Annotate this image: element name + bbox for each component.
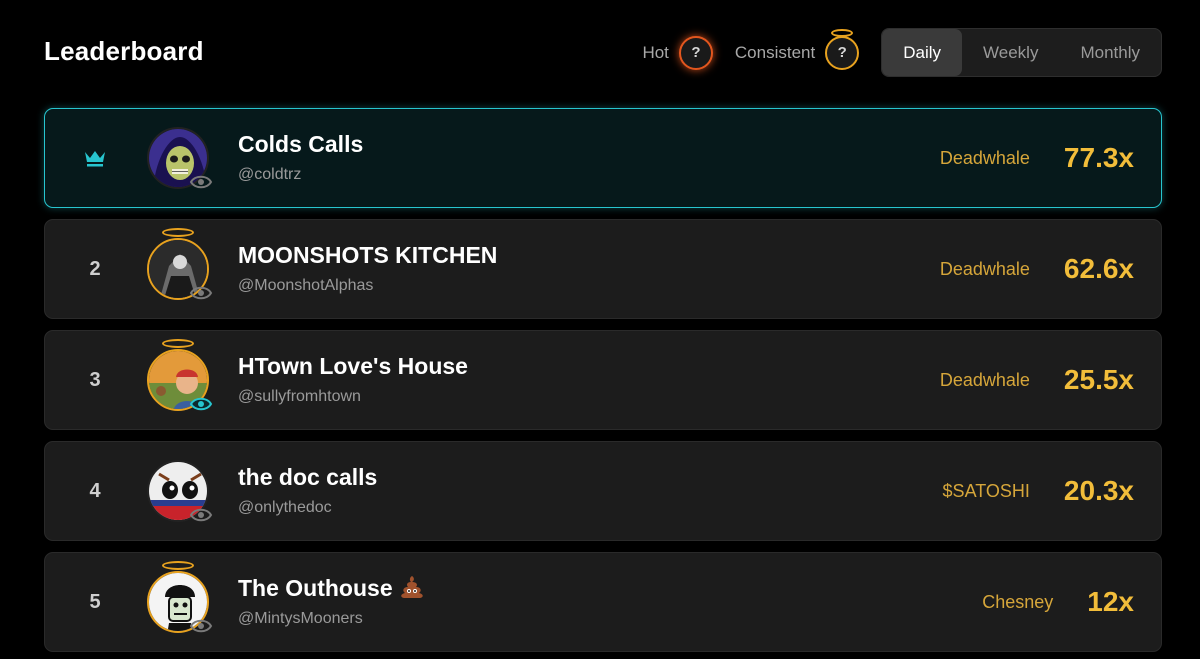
filter-bar: Hot ? Consistent ? Daily Weekly Monthly [642,28,1162,77]
rank [45,109,145,207]
leaderboard-row[interactable]: 5 The Outhouse @MintysMooners Chesney 12… [44,552,1162,652]
row-stats: Chesney 12x [982,553,1134,651]
group-handle[interactable]: @MintysMooners [238,610,425,628]
tab-monthly[interactable]: Monthly [1059,29,1161,76]
eye-icon[interactable] [189,617,213,635]
group-handle[interactable]: @MoonshotAlphas [238,277,497,295]
row-stats: Deadwhale 62.6x [940,220,1134,318]
eye-icon[interactable] [189,395,213,413]
rank: 5 [89,590,101,613]
rank: 3 [89,368,101,391]
avatar-wrap[interactable] [147,339,213,411]
hot-filter[interactable]: Hot ? [642,35,713,70]
eye-icon[interactable] [189,284,213,302]
hot-label: Hot [642,42,669,62]
tab-weekly[interactable]: Weekly [962,29,1059,76]
group-name-text: The Outhouse [238,575,393,601]
row-stats: Deadwhale 25.5x [940,331,1134,429]
leaderboard-row[interactable]: 2 MOONSHOTS KITCHEN @MoonshotAlphas Dead… [44,219,1162,319]
group-name[interactable]: MOONSHOTS KITCHEN [238,242,497,269]
group-name[interactable]: the doc calls [238,464,377,491]
eye-icon[interactable] [189,506,213,524]
help-glyph: ? [837,44,847,61]
token-name[interactable]: Deadwhale [940,370,1030,391]
row-names: the doc calls @onlythedoc [238,464,377,517]
token-name[interactable]: Deadwhale [940,259,1030,280]
consistent-label: Consistent [734,42,816,62]
row-names: Colds Calls @coldtrz [238,131,363,184]
avatar-wrap[interactable] [147,228,213,300]
halo-icon [162,228,194,237]
group-handle[interactable]: @sullyfromhtown [238,388,468,406]
row-names: The Outhouse @MintysMooners [238,575,425,628]
group-name[interactable]: Colds Calls [238,131,363,158]
token-name[interactable]: Deadwhale [940,148,1030,169]
group-handle[interactable]: @coldtrz [238,166,363,184]
leaderboard-row[interactable]: 3 HTown Love's House @sullyfromhtown Dea… [44,330,1162,430]
crown-icon [85,151,105,167]
row-names: HTown Love's House @sullyfromhtown [238,353,468,406]
avatar-wrap[interactable] [147,127,213,189]
halo-icon [162,561,194,570]
group-name[interactable]: HTown Love's House [238,353,468,380]
multiplier: 12x [1087,586,1134,617]
group-name[interactable]: The Outhouse [238,575,425,602]
multiplier: 62.6x [1063,253,1134,284]
leaderboard-row[interactable]: Colds Calls @coldtrz Deadwhale 77.3x [44,108,1162,208]
multiplier: 20.3x [1063,475,1134,506]
avatar-wrap[interactable] [147,561,213,633]
token-name[interactable]: $SATOSHI [943,481,1030,502]
avatar-wrap[interactable] [147,460,213,522]
leaderboard-page: Leaderboard Hot ? Consistent ? Daily Wee… [0,0,1200,659]
leaderboard-list: Colds Calls @coldtrz Deadwhale 77.3x 2 M… [44,108,1162,659]
page-title: Leaderboard [44,36,204,66]
multiplier: 25.5x [1063,364,1134,395]
row-names: MOONSHOTS KITCHEN @MoonshotAlphas [238,242,497,295]
halo-icon [162,339,194,348]
row-stats: Deadwhale 77.3x [940,109,1134,207]
halo-icon [831,28,854,37]
multiplier: 77.3x [1063,142,1134,173]
rank: 4 [89,479,101,502]
rank: 2 [89,257,101,280]
poop-emoji-icon [400,576,423,598]
leaderboard-row[interactable]: 4 the doc calls @onlythedoc $SATOSHI 20.… [44,441,1162,541]
hot-help-icon[interactable]: ? [678,35,713,70]
consistent-help-icon[interactable]: ? [825,28,860,70]
consistent-filter[interactable]: Consistent ? [734,28,860,70]
row-stats: $SATOSHI 20.3x [943,442,1134,540]
period-tabs: Daily Weekly Monthly [881,28,1162,77]
group-handle[interactable]: @onlythedoc [238,499,377,517]
tab-daily[interactable]: Daily [882,29,963,76]
eye-icon[interactable] [189,173,213,191]
token-name[interactable]: Chesney [982,592,1053,613]
